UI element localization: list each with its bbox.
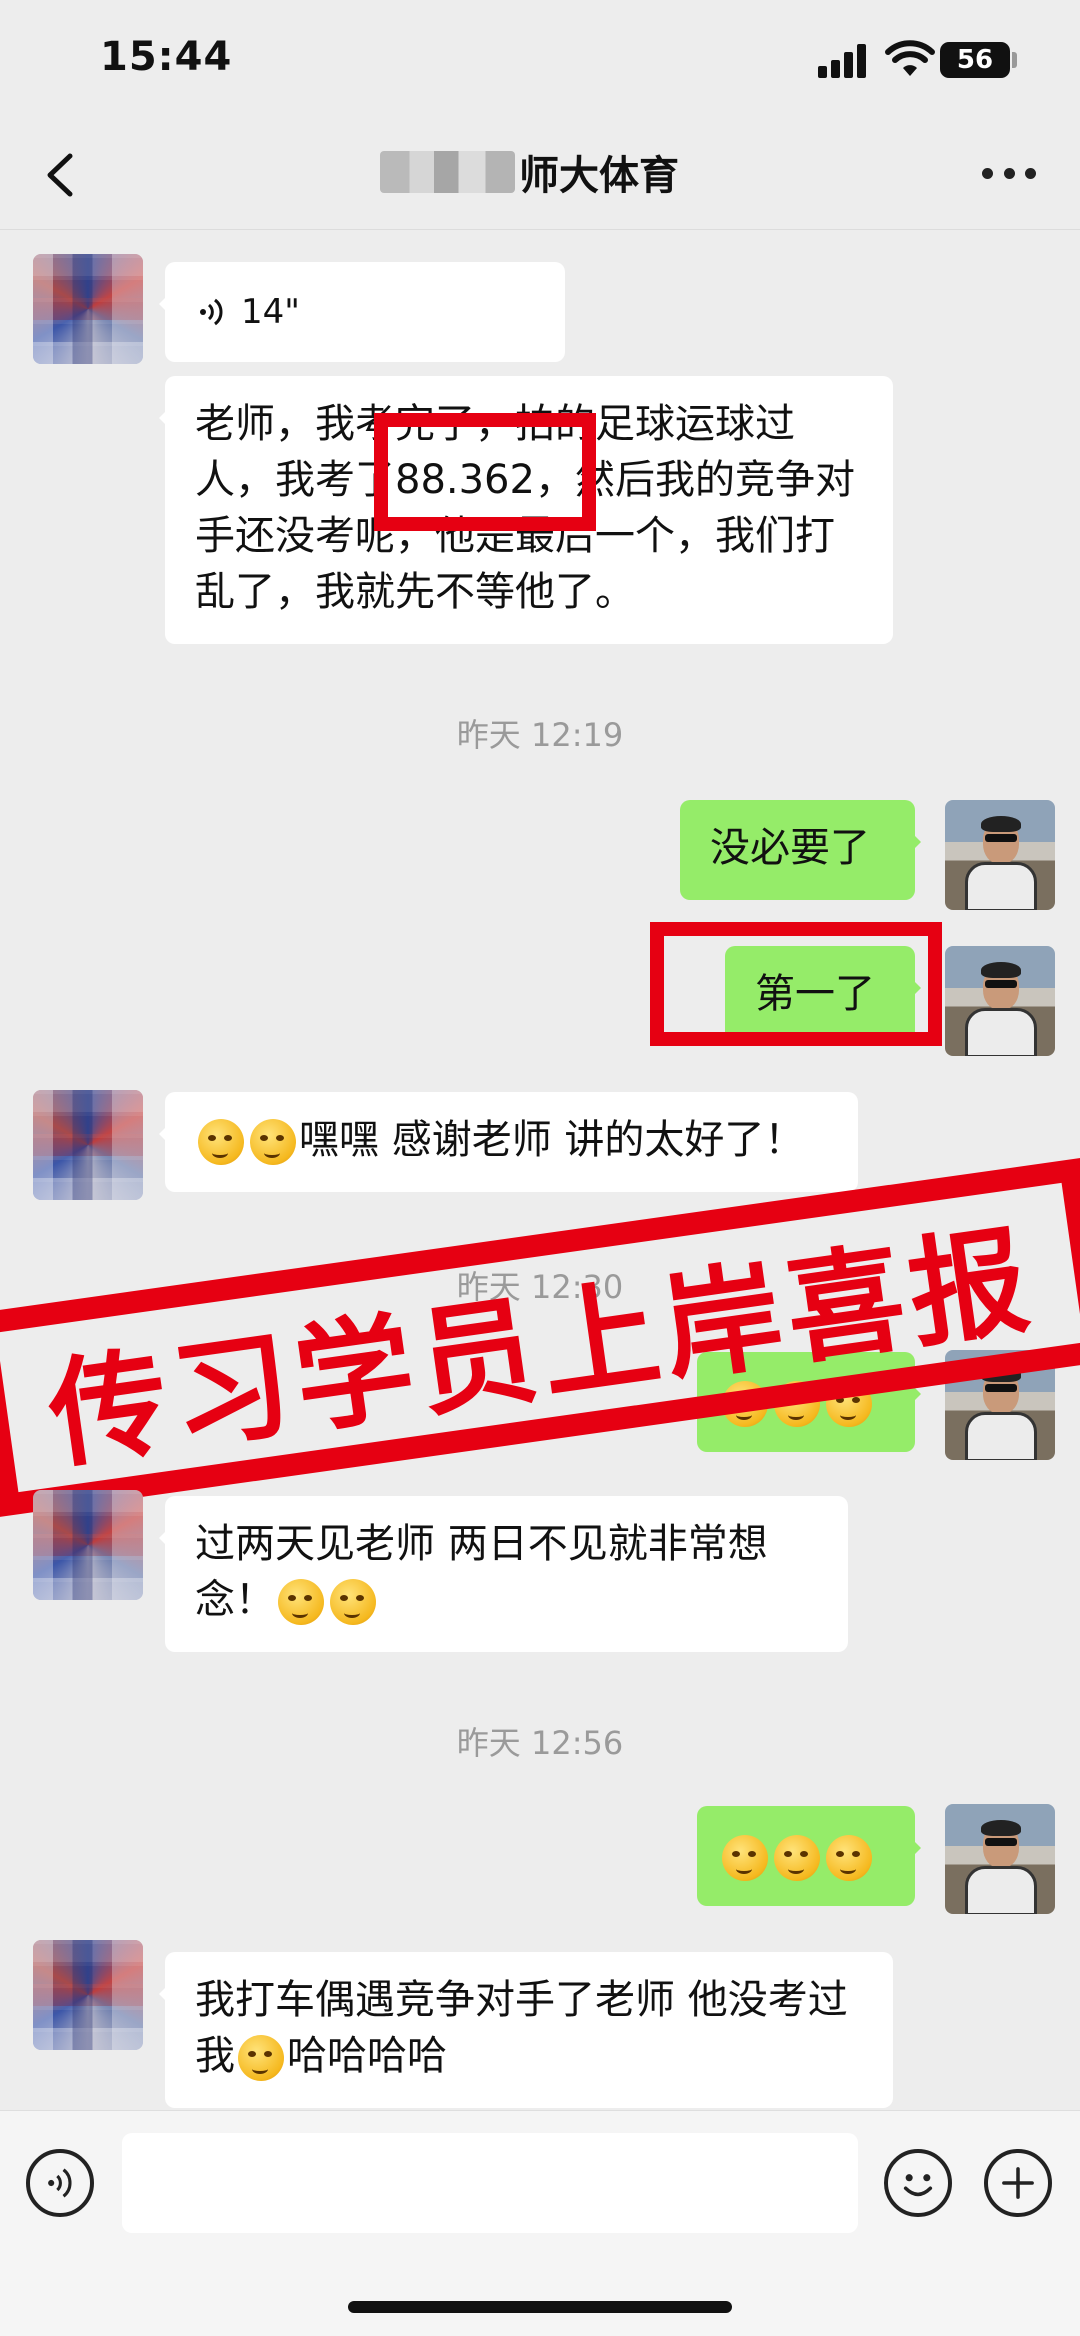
stamp-banner: 传习学员上岸喜报 <box>0 1158 1080 1517</box>
highlight-score-box <box>374 413 596 531</box>
emoji-message <box>697 1806 921 1906</box>
status-bar: 15:44 56 <box>0 0 1080 120</box>
blurred-name <box>380 151 515 193</box>
battery-icon: 56 <box>940 42 1010 78</box>
contact-avatar[interactable] <box>33 1490 143 1600</box>
emoji-icon <box>330 1579 376 1625</box>
battery-tip <box>1012 52 1017 68</box>
contact-avatar[interactable] <box>33 1090 143 1200</box>
back-icon[interactable] <box>40 150 80 200</box>
emoji-icon <box>250 1119 296 1165</box>
timestamp: 昨天 12:56 <box>456 1724 624 1762</box>
voice-message[interactable]: 14" <box>159 262 565 362</box>
signal-icon <box>818 44 868 78</box>
emoji-icon <box>826 1835 872 1881</box>
emoji-icon <box>722 1835 768 1881</box>
home-indicator[interactable] <box>348 2301 732 2313</box>
more-icon[interactable] <box>982 168 1036 182</box>
emoji-icon <box>278 1579 324 1625</box>
my-avatar[interactable] <box>945 800 1055 910</box>
message-with-emoji: 我打车偶遇竞争对手了老师 他没考过我 哈哈哈哈 <box>159 1952 893 2108</box>
timestamp: 昨天 12:19 <box>456 716 624 754</box>
my-avatar[interactable] <box>945 1804 1055 1914</box>
chat-header: 师大体育 <box>0 120 1080 230</box>
contact-avatar[interactable] <box>33 1940 143 2050</box>
message-text-tail: 哈哈哈哈 <box>287 2033 447 2079</box>
contact-avatar[interactable] <box>33 254 143 364</box>
chat-title: 师大体育 <box>519 153 679 199</box>
emoji-icon <box>198 1119 244 1165</box>
message-text: 没必要了 <box>680 800 921 900</box>
message-with-emoji: 过两天见老师 两日不见就非常想念！ <box>159 1496 848 1652</box>
emoji-icon <box>774 1835 820 1881</box>
voice-duration: 14" <box>241 292 300 332</box>
message-with-emoji: 嘿嘿 感谢老师 讲的太好了！ <box>159 1092 858 1192</box>
chat-title-wrap: 师大体育 <box>380 144 679 200</box>
voice-icon <box>200 298 223 326</box>
emoji-icon <box>238 2035 284 2081</box>
highlight-first-box <box>650 922 942 1046</box>
my-avatar[interactable] <box>945 946 1055 1056</box>
message-text: 嘿嘿 感谢老师 讲的太好了！ <box>299 1117 805 1163</box>
emoji-icon[interactable] <box>884 2149 952 2217</box>
wifi-icon <box>885 40 935 76</box>
input-bar <box>0 2110 1080 2336</box>
keyboard-voice-icon[interactable] <box>26 2149 94 2217</box>
status-time: 15:44 <box>100 34 233 80</box>
message-input[interactable] <box>122 2133 858 2233</box>
plus-icon[interactable] <box>984 2149 1052 2217</box>
